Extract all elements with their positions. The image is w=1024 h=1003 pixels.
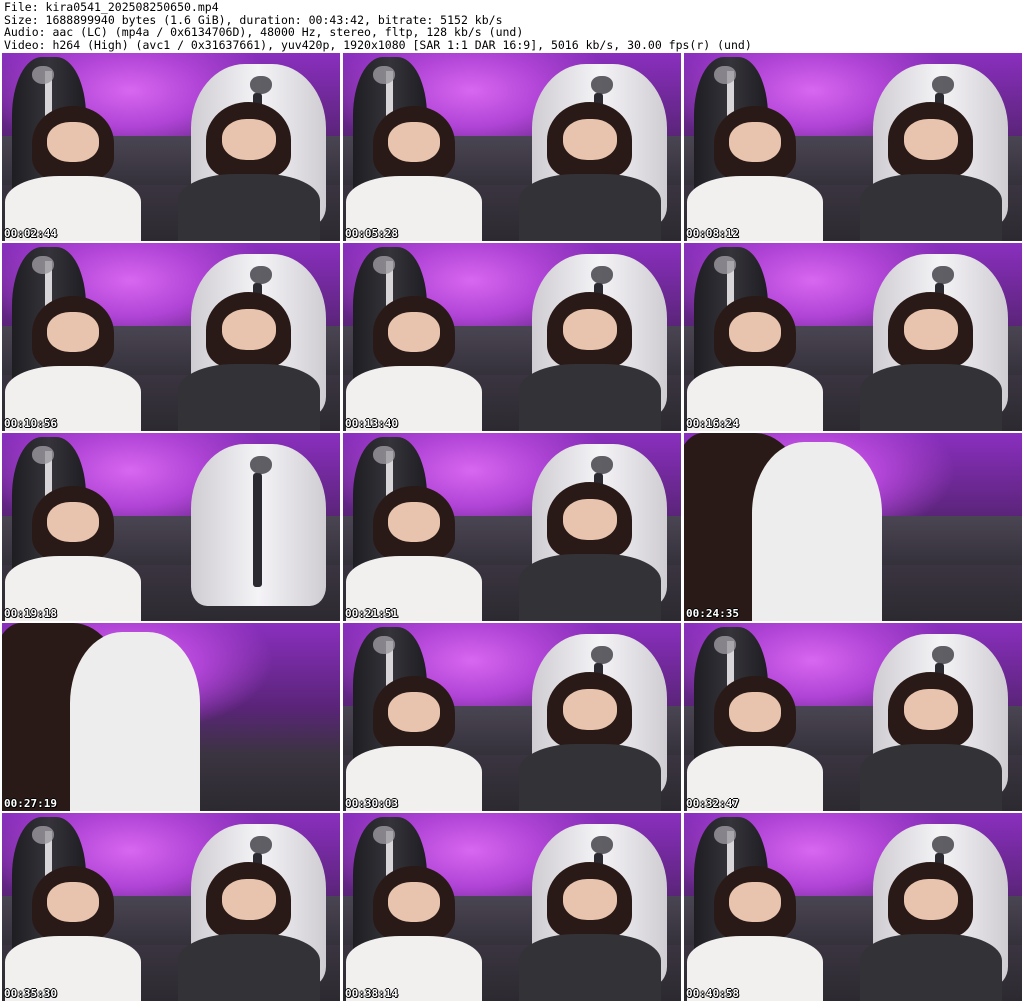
thumbnail-timestamp: 00:16:24 bbox=[686, 417, 739, 430]
person-left bbox=[5, 485, 141, 621]
thumbnail-timestamp: 00:19:18 bbox=[4, 607, 57, 620]
skull-logo-icon bbox=[932, 835, 955, 854]
person-left bbox=[346, 865, 482, 1001]
thumbnail-timestamp: 00:05:28 bbox=[345, 227, 398, 240]
thumbnail-timestamp: 00:32:47 bbox=[686, 797, 739, 810]
skull-logo-icon bbox=[250, 835, 273, 854]
thumbnail-timestamp: 00:38:14 bbox=[345, 987, 398, 1000]
thumbnail: 00:16:24 bbox=[684, 243, 1022, 431]
skull-logo-icon bbox=[591, 835, 614, 854]
person-right bbox=[859, 101, 1002, 241]
thumbnail-timestamp: 00:40:58 bbox=[686, 987, 739, 1000]
thumbnail-timestamp: 00:35:30 bbox=[4, 987, 57, 1000]
person-left bbox=[346, 295, 482, 431]
thumbnail: 00:02:44 bbox=[2, 53, 340, 241]
person-left bbox=[5, 105, 141, 241]
person-right bbox=[859, 671, 1002, 811]
thumbnail-timestamp: 00:13:40 bbox=[345, 417, 398, 430]
thumbnail: 00:10:56 bbox=[2, 243, 340, 431]
person-right bbox=[518, 291, 661, 431]
thumbnail: 00:32:47 bbox=[684, 623, 1022, 811]
thumbnail: 00:38:14 bbox=[343, 813, 681, 1001]
thumbnail: 00:24:35 bbox=[684, 433, 1022, 621]
person-closeup bbox=[684, 433, 882, 621]
person-right bbox=[518, 101, 661, 241]
skull-logo-icon bbox=[250, 75, 273, 94]
thumbnail-timestamp: 00:10:56 bbox=[4, 417, 57, 430]
skull-logo-icon bbox=[591, 645, 614, 664]
skull-logo-icon bbox=[591, 265, 614, 284]
person-right bbox=[177, 861, 320, 1001]
thumbnail-timestamp: 00:02:44 bbox=[4, 227, 57, 240]
thumbnail-timestamp: 00:08:12 bbox=[686, 227, 739, 240]
thumbnail-timestamp: 00:21:51 bbox=[345, 607, 398, 620]
person-right bbox=[177, 291, 320, 431]
contact-sheet: File: kira0541_202508250650.mp4 Size: 168… bbox=[0, 0, 1024, 1003]
person-left bbox=[346, 105, 482, 241]
person-left bbox=[687, 675, 823, 811]
thumbnail: 00:27:19 bbox=[2, 623, 340, 811]
skull-logo-icon bbox=[932, 75, 955, 94]
thumbnail: 00:30:03 bbox=[343, 623, 681, 811]
thumbnail: 00:05:28 bbox=[343, 53, 681, 241]
thumbnail-timestamp: 00:27:19 bbox=[4, 797, 57, 810]
thumbnail: 00:19:18 bbox=[2, 433, 340, 621]
person-left bbox=[346, 675, 482, 811]
person-left bbox=[687, 105, 823, 241]
person-left bbox=[687, 865, 823, 1001]
person-left bbox=[346, 485, 482, 621]
skull-logo-icon bbox=[250, 455, 273, 474]
thumbnail: 00:08:12 bbox=[684, 53, 1022, 241]
person-right bbox=[177, 101, 320, 241]
person-right bbox=[518, 481, 661, 621]
thumbnail: 00:35:30 bbox=[2, 813, 340, 1001]
person-right bbox=[518, 861, 661, 1001]
person-right bbox=[859, 861, 1002, 1001]
thumbnail-grid: 00:02:44 00:05:28 00:08:12 00:10:56 00:1… bbox=[2, 53, 1022, 1001]
thumbnail-timestamp: 00:30:03 bbox=[345, 797, 398, 810]
skull-logo-icon bbox=[250, 265, 273, 284]
skull-logo-icon bbox=[932, 645, 955, 664]
person-left bbox=[5, 295, 141, 431]
person-left bbox=[5, 865, 141, 1001]
thumbnail: 00:13:40 bbox=[343, 243, 681, 431]
person-right bbox=[859, 291, 1002, 431]
skull-logo-icon bbox=[591, 455, 614, 474]
video-info-line: Video: h264 (High) (avc1 / 0x31637661), … bbox=[4, 38, 752, 53]
skull-logo-icon bbox=[591, 75, 614, 94]
person-closeup bbox=[2, 623, 200, 811]
person-right bbox=[518, 671, 661, 811]
thumbnail: 00:21:51 bbox=[343, 433, 681, 621]
file-info-header: File: kira0541_202508250650.mp4 Size: 168… bbox=[4, 1, 752, 52]
file-name-line: File: kira0541_202508250650.mp4 bbox=[4, 0, 219, 14]
thumbnail: 00:40:58 bbox=[684, 813, 1022, 1001]
thumbnail-timestamp: 00:24:35 bbox=[686, 607, 739, 620]
person-left bbox=[687, 295, 823, 431]
skull-logo-icon bbox=[932, 265, 955, 284]
